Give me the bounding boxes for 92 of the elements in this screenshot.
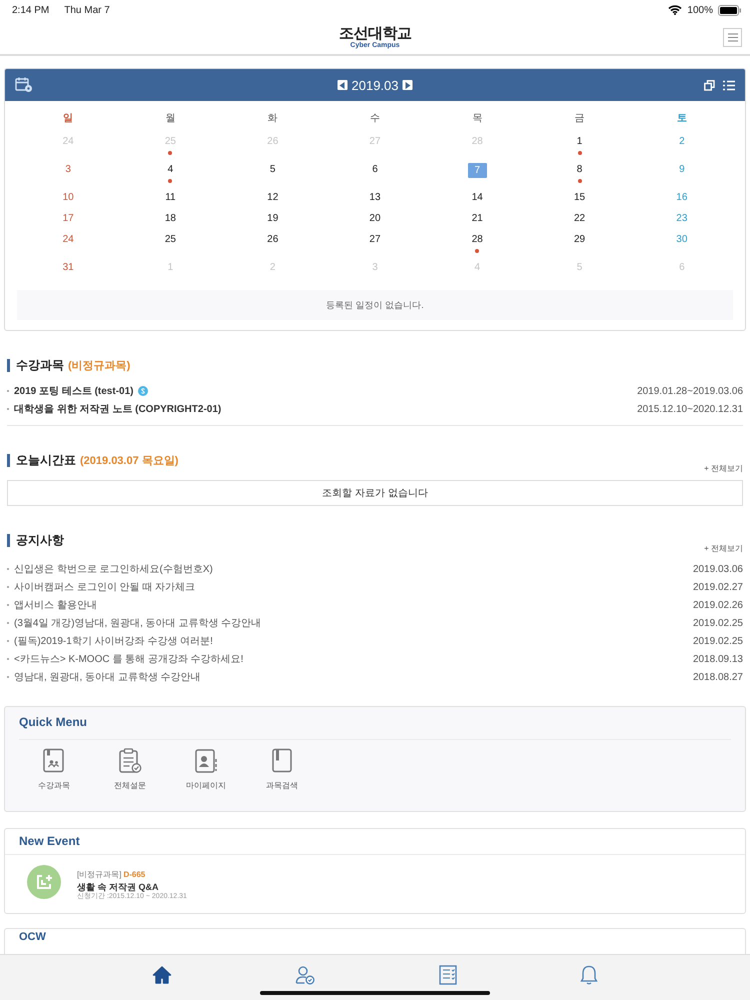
course-link[interactable]: 대학생을 위한 저작권 노트 (COPYRIGHT2-01) (14, 402, 222, 416)
next-month-button[interactable] (402, 80, 412, 90)
event-icon (27, 865, 61, 900)
calendar-day[interactable]: 14 (466, 191, 489, 204)
tab-list-icon[interactable] (438, 965, 457, 985)
quick-menu-item[interactable]: 수강과목 (29, 748, 79, 791)
calendar-day[interactable]: 18 (158, 212, 182, 225)
course-link[interactable]: 2019 포팅 테스트 (test-01) (14, 384, 134, 398)
card-title: OCW (19, 930, 47, 945)
event-countdown: D-665 (123, 870, 146, 879)
calendar-day[interactable]: 25 (158, 233, 182, 246)
calendar-settings-icon[interactable] (15, 77, 33, 93)
calendar-day[interactable]: 3 (59, 163, 77, 176)
calendar-day[interactable]: 1 (570, 135, 588, 148)
wifi-icon (668, 5, 682, 15)
calendar-day[interactable]: 10 (56, 191, 80, 204)
notice-date: 2019.02.27 (692, 582, 743, 592)
tab-home-icon[interactable] (152, 965, 172, 985)
notice-date: 2019.02.25 (692, 636, 743, 646)
weekday-label: 월 (165, 112, 176, 125)
calendar-day[interactable]: 17 (56, 212, 80, 225)
weekday-label: 토 (676, 112, 687, 125)
notice-link[interactable]: (3월4일 개강)영남대, 원광대, 동아대 교류학생 수강안내 (14, 616, 262, 630)
course-period: 2015.12.10~2020.12.31 (637, 404, 743, 414)
menu-button[interactable] (723, 28, 742, 47)
weekday-label: 화 (268, 112, 278, 125)
weekday-label: 금 (574, 112, 585, 125)
event-title[interactable]: 생활 속 저작권 Q&A (77, 882, 159, 893)
calendar-day[interactable]: 12 (261, 191, 284, 204)
weekday-label: 목 (472, 112, 482, 125)
notice-link[interactable]: 신입생은 학번으로 로그인하세요(수험번호X) (14, 562, 213, 576)
calendar-day[interactable]: 21 (466, 212, 489, 225)
section-title: 공지사항 (16, 532, 64, 548)
notebook-icon (270, 748, 294, 774)
section-title: 수강과목 (16, 356, 64, 374)
event-category: [비정규과목] (77, 870, 122, 879)
view-all-link[interactable]: + 전체보기 (704, 463, 743, 474)
calendar-day[interactable]: 13 (363, 191, 387, 204)
notice-date: 2018.08.27 (692, 672, 743, 682)
notice-date: 2019.02.25 (692, 618, 743, 628)
section-subtitle: (2019.03.07 목요일) (80, 454, 178, 468)
calendar-day[interactable]: 8 (570, 163, 588, 176)
calendar-day[interactable]: 27 (363, 233, 387, 246)
notice-date: 2019.02.26 (692, 600, 743, 610)
calendar-day[interactable]: 26 (261, 233, 284, 246)
quick-menu-item[interactable]: 마이페이지 (181, 748, 231, 791)
notice-link[interactable]: 사이버캠퍼스 로그인이 안될 때 자가체크 (14, 580, 196, 594)
calendar-day[interactable]: 24 (56, 233, 80, 246)
battery-percent: 100% (687, 4, 713, 16)
logo-title: 조선대학교 (338, 26, 412, 40)
section-subtitle: (비정규과목) (68, 358, 130, 372)
tab-person-icon[interactable] (295, 965, 316, 985)
notice-link[interactable]: 앱서비스 활용안내 (14, 598, 97, 612)
status-date: Thu Mar 7 (64, 4, 110, 16)
calendar-day[interactable]: 31 (56, 261, 80, 274)
calendar-day[interactable]: 22 (568, 212, 592, 225)
quick-menu-item[interactable]: 전체설문 (105, 748, 155, 791)
menu-icon (728, 33, 738, 42)
calendar-day[interactable]: 19 (261, 212, 284, 225)
status-time: 2:14 PM (12, 4, 50, 16)
quick-menu-item[interactable]: 과목검색 (257, 748, 307, 791)
calendar-day[interactable]: 4 (162, 163, 180, 176)
card-title: Quick Menu (19, 707, 731, 740)
notice-link[interactable]: <카드뉴스> K-MOOC 를 통해 공개강좌 수강하세요! (14, 652, 244, 666)
calendar-day[interactable]: 11 (159, 191, 182, 204)
course-period: 2019.01.28~2019.03.06 (637, 386, 743, 396)
clipboard-icon (118, 748, 142, 774)
tab-bell-icon[interactable] (580, 965, 598, 985)
book-icon (42, 748, 66, 774)
month-label: 2019.03 (352, 78, 398, 92)
timetable-empty-message: 조회할 자료가 없습니다 (7, 480, 743, 506)
calendar-day[interactable]: 5 (264, 163, 282, 176)
notice-date: 2019.03.06 (692, 564, 743, 574)
profile-card-icon (194, 748, 218, 774)
notice-link[interactable]: (필독)2019-1학기 사이버강좌 수강생 여러분! (14, 634, 213, 648)
window-icon[interactable] (704, 80, 715, 90)
notice-link[interactable]: 영남대, 원광대, 동아대 교류학생 수강안내 (14, 670, 201, 684)
weekday-label: 일 (63, 112, 74, 125)
calendar-day[interactable]: 6 (366, 163, 384, 176)
previous-month-button[interactable] (338, 80, 348, 90)
section-title: 오늘시간표 (16, 452, 76, 468)
calendar-day[interactable]: 29 (568, 233, 592, 246)
calendar-day[interactable]: 28 (466, 233, 489, 246)
notice-date: 2018.09.13 (692, 654, 743, 664)
schedule-empty-message: 등록된 일정이 없습니다. (17, 290, 733, 320)
weekday-label: 수 (370, 112, 380, 125)
calendar-day[interactable]: 15 (568, 191, 592, 204)
view-all-link[interactable]: + 전체보기 (704, 543, 743, 554)
calendar-day[interactable]: 20 (363, 212, 387, 225)
card-title: New Event (5, 829, 745, 855)
list-icon[interactable] (723, 80, 735, 90)
battery-icon (718, 4, 742, 16)
